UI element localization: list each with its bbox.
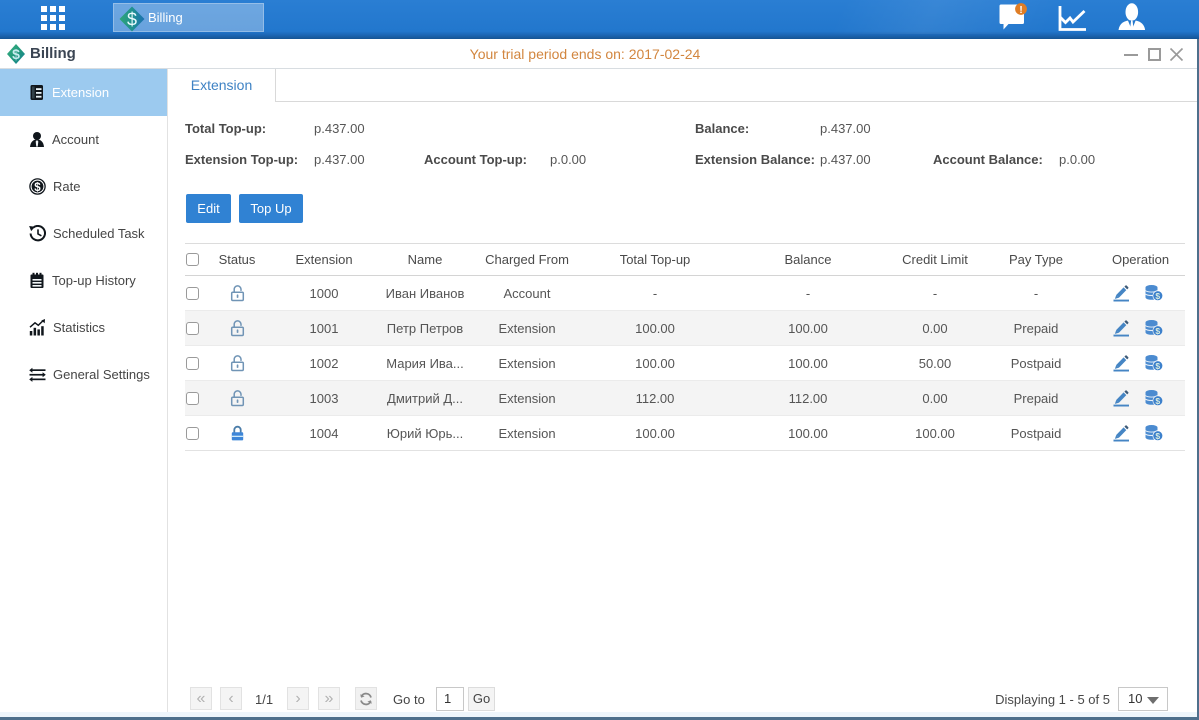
svg-text:$: $: [1155, 431, 1160, 441]
svg-text:$: $: [34, 182, 41, 194]
svg-text:$: $: [127, 10, 137, 30]
svg-text:$: $: [1155, 361, 1160, 371]
svg-text:$: $: [1155, 396, 1160, 406]
svg-text:!: !: [1019, 5, 1022, 16]
svg-text:$: $: [1155, 291, 1160, 301]
svg-text:$: $: [1155, 326, 1160, 336]
